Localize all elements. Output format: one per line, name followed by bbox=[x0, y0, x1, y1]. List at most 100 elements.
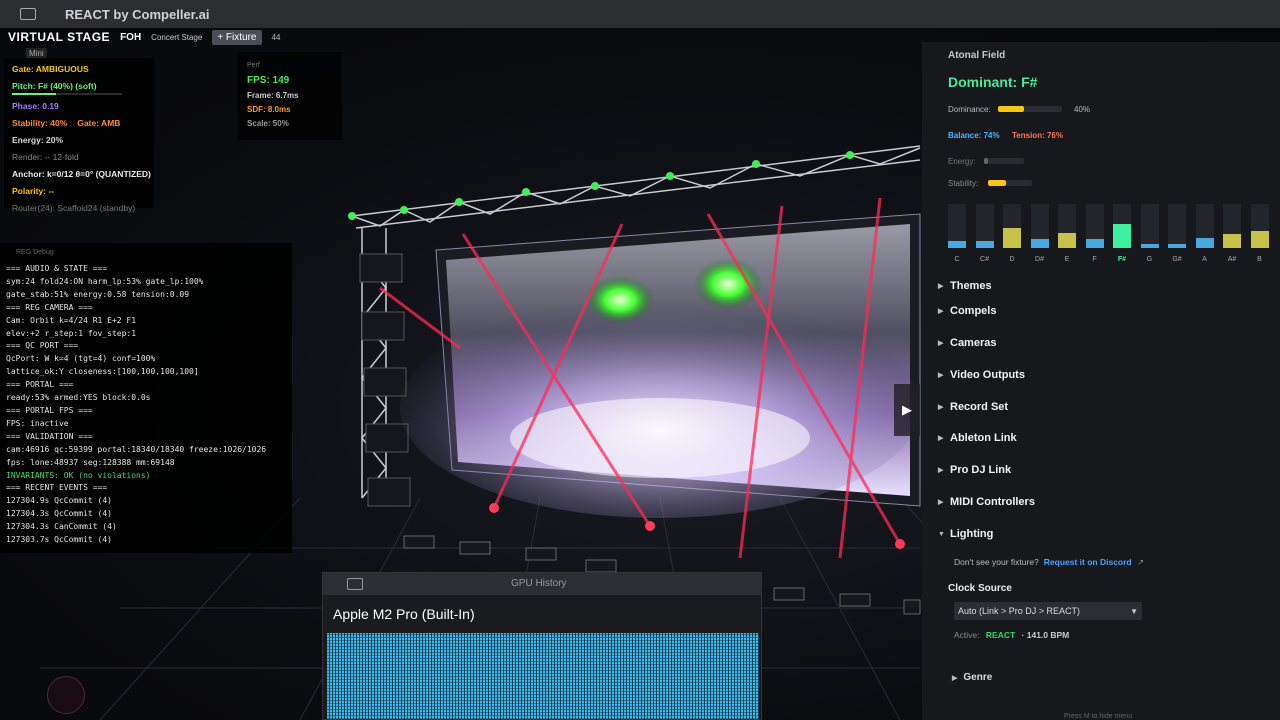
debug-line: sym:24 fold24:ON harm_lp:53% gate_lp:100… bbox=[6, 276, 204, 286]
fixture-question: Don't see your fixture? bbox=[954, 557, 1039, 567]
note-bar-d bbox=[1003, 204, 1021, 248]
chevron-down-icon: ▼ bbox=[1130, 606, 1138, 616]
play-icon[interactable]: ▶ bbox=[894, 384, 920, 436]
debug-line: === RECENT EVENTS === bbox=[6, 483, 108, 493]
note-bar-fill bbox=[1140, 243, 1159, 248]
foh-tab[interactable]: FOH bbox=[120, 32, 141, 43]
debug-line: === PORTAL FPS === bbox=[6, 405, 93, 415]
caret-right-icon: ▶ bbox=[938, 435, 944, 442]
dominance-pct: 40% bbox=[1074, 105, 1091, 114]
atonal-field-header: Atonal Field bbox=[948, 50, 1006, 61]
gpu-titlebar[interactable]: GPU History bbox=[323, 573, 761, 595]
dominance-bar-fill bbox=[998, 106, 1024, 112]
genre-section[interactable]: ▶ Genre bbox=[952, 672, 992, 683]
active-source: REACT bbox=[985, 630, 1016, 640]
section-record-set[interactable]: ▶ Record Set bbox=[938, 401, 1008, 413]
note-label: G bbox=[1146, 256, 1153, 263]
note-bar-g bbox=[1140, 204, 1159, 248]
section-compels[interactable]: ▶ Compels bbox=[938, 305, 996, 317]
stability-row: Stability: 40% Gate: AMB bbox=[12, 118, 146, 128]
energy-status: Energy: 20% bbox=[12, 135, 64, 145]
debug-line: 127304.9s QcCommit (4) bbox=[6, 496, 112, 506]
phase-status: Phase: 0.19 bbox=[12, 101, 59, 111]
section-pro-dj-link[interactable]: ▶ Pro DJ Link bbox=[938, 464, 1011, 476]
perf-header: Perf bbox=[247, 62, 260, 69]
energy-label: Energy: bbox=[948, 157, 976, 166]
window-icon[interactable] bbox=[347, 578, 363, 590]
status-panel: Gate: AMBIGUOUS Pitch: F# (40%) (soft) P… bbox=[4, 58, 154, 213]
section-ableton-link[interactable]: ▶ Ableton Link bbox=[938, 432, 1017, 444]
active-clock-row: Active: REACT · 141.0 BPM bbox=[954, 630, 1069, 640]
active-label: Active: bbox=[954, 630, 980, 640]
section-lighting[interactable]: ▼ Lighting bbox=[938, 528, 993, 540]
section-midi-controllers[interactable]: ▶ MIDI Controllers bbox=[938, 496, 1035, 508]
section-cameras[interactable]: ▶ Cameras bbox=[938, 337, 996, 349]
section-label: Themes bbox=[950, 280, 992, 292]
note-label: F# bbox=[1117, 256, 1127, 263]
polarity-status: Polarity: -- bbox=[12, 186, 55, 196]
clock-source-value: Auto (Link > Pro DJ > REACT) bbox=[958, 606, 1081, 616]
caret-right-icon: ▶ bbox=[938, 499, 944, 506]
note-bar-fill bbox=[948, 241, 966, 248]
debug-log: === AUDIO & STATE === sym:24 fold24:ON ha… bbox=[6, 263, 286, 547]
section-themes[interactable]: ▶ Themes bbox=[938, 280, 992, 292]
note-bar-fill bbox=[1195, 238, 1214, 248]
note-bar-fill bbox=[1113, 223, 1131, 248]
bpm-value: · 141.0 BPM bbox=[1021, 630, 1070, 640]
energy-bar-fill bbox=[984, 158, 988, 164]
note-bar-asharp bbox=[1223, 204, 1241, 248]
caret-right-icon: ▶ bbox=[938, 404, 944, 411]
note-label: E bbox=[1064, 256, 1070, 263]
note-label: A bbox=[1202, 256, 1207, 263]
note-bar-fill bbox=[975, 241, 994, 248]
clock-source-label: Clock Source bbox=[948, 583, 1012, 594]
joystick-button[interactable] bbox=[47, 676, 85, 714]
note-label: D# bbox=[1035, 256, 1044, 263]
section-video-outputs[interactable]: ▶ Video Outputs bbox=[938, 369, 1025, 381]
caret-right-icon: ▶ bbox=[938, 308, 944, 315]
gpu-title: GPU History bbox=[511, 578, 567, 589]
note-bar-dsharp bbox=[1030, 204, 1049, 248]
caret-right-icon: ▶ bbox=[938, 372, 944, 379]
genre-label: Genre bbox=[963, 672, 993, 683]
router-status: Router(24): Scaffold24 (standby) bbox=[12, 203, 136, 213]
clock-source-select[interactable]: Auto (Link > Pro DJ > REACT) ▼ bbox=[954, 602, 1142, 620]
stage-preset[interactable]: Concert Stage bbox=[151, 33, 202, 42]
note-label: G# bbox=[1172, 256, 1182, 263]
add-fixture-button[interactable]: + Fixture bbox=[212, 29, 262, 45]
stage-title: VIRTUAL STAGE bbox=[8, 30, 111, 44]
section-label: Video Outputs bbox=[950, 369, 1025, 381]
note-bar-csharp bbox=[975, 204, 994, 248]
scale-value: Scale: 50% bbox=[247, 119, 289, 128]
debug-line: === PORTAL === bbox=[6, 380, 74, 390]
caret-right-icon: ▶ bbox=[938, 283, 944, 290]
render-status: Render: -- 12-fold bbox=[12, 152, 79, 162]
note-label: B bbox=[1257, 256, 1262, 263]
debug-line: cam:46916 qc:59399 portal:18340/18340 fr… bbox=[6, 444, 267, 454]
dominance-label: Dominance: bbox=[948, 105, 991, 114]
pitch-bar bbox=[12, 93, 122, 95]
caret-down-icon: ▼ bbox=[938, 530, 945, 538]
gpu-history-window[interactable]: GPU History Apple M2 Pro (Built-In) bbox=[322, 572, 762, 720]
section-label: Record Set bbox=[950, 401, 1009, 413]
sdf-value: SDF: 8.0ms bbox=[247, 105, 291, 114]
note-label: A# bbox=[1227, 256, 1237, 263]
note-label: F bbox=[1092, 256, 1097, 263]
note-label: C# bbox=[980, 256, 989, 263]
discord-link[interactable]: Request it on Discord bbox=[1044, 557, 1132, 567]
debug-header: REG Debug bbox=[16, 249, 54, 256]
section-label: Lighting bbox=[950, 528, 994, 540]
gpu-device-name: Apple M2 Pro (Built-In) bbox=[333, 606, 475, 622]
note-bar-a bbox=[1195, 204, 1214, 248]
debug-line: lattice_ok:Y closeness:[100,100,100,100] bbox=[6, 367, 199, 377]
gate-short: Gate: AMB bbox=[77, 118, 121, 128]
debug-line: 127304.3s CanCommit (4) bbox=[6, 522, 117, 532]
dominant-note: Dominant: F# bbox=[948, 74, 1038, 90]
note-bar-fill bbox=[1058, 232, 1076, 248]
window-icon[interactable] bbox=[20, 8, 36, 20]
debug-line: === QC PORT === bbox=[6, 341, 79, 351]
frame-value: Frame: 6.7ms bbox=[247, 91, 299, 100]
debug-line: 127303.7s QcCommit (4) bbox=[6, 535, 112, 545]
fps-value: FPS: 149 bbox=[247, 75, 290, 86]
dominance-bar bbox=[998, 106, 1062, 112]
